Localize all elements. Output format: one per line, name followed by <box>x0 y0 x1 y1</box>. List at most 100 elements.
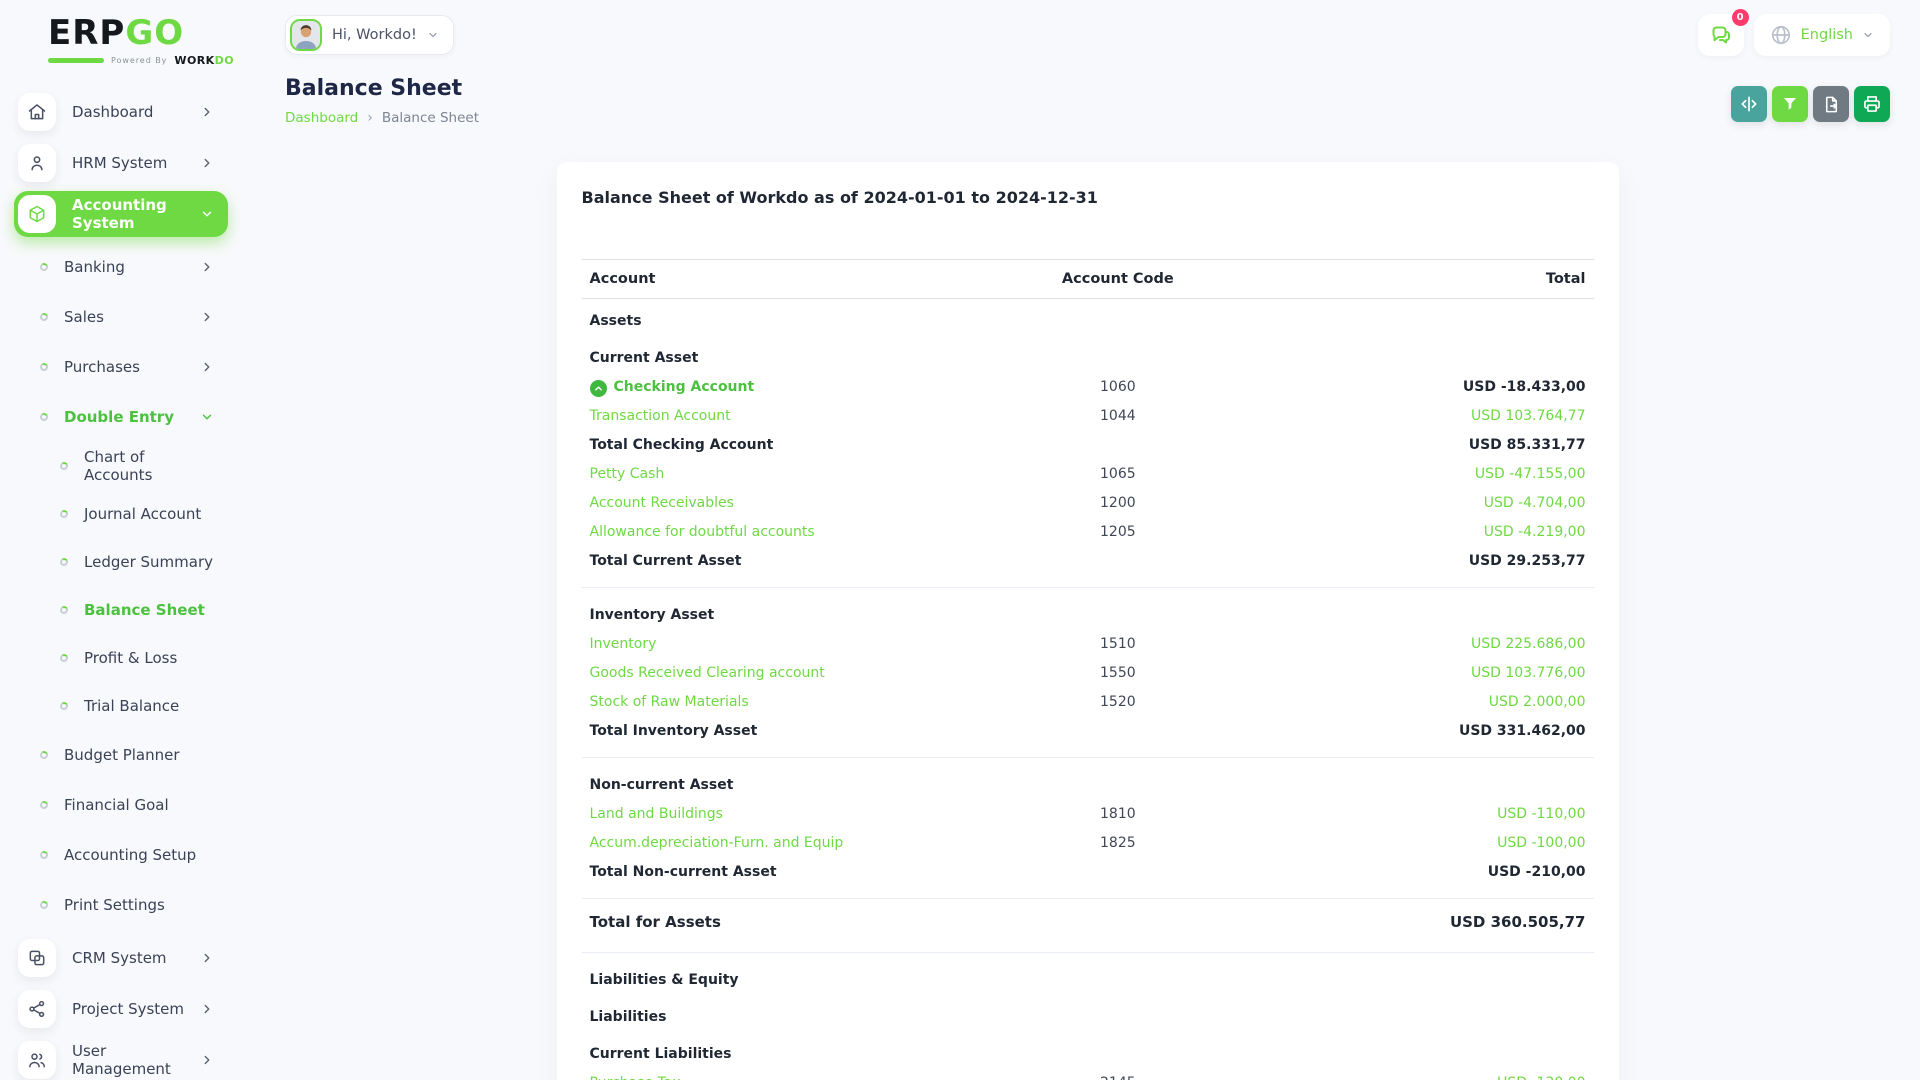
page-head-left: Balance Sheet Dashboard › Balance Sheet <box>285 76 479 126</box>
sidebar-item-financial-goal[interactable]: Financial Goal <box>0 780 240 830</box>
account-link[interactable]: Transaction Account <box>590 408 731 424</box>
table-row: Total Current Asset USD 29.253,77 <box>582 547 1594 576</box>
sidebar-item-trial-balance[interactable]: Trial Balance <box>0 682 240 730</box>
account-total: USD -110,00 <box>1497 806 1586 822</box>
report-title: Balance Sheet of Workdo as of 2024-01-01… <box>581 188 1098 207</box>
app-logo[interactable]: ERPGO Powered By WORKDO <box>0 12 240 67</box>
page-title: Balance Sheet <box>285 76 463 101</box>
sidebar-item-accounting-system[interactable]: Accounting System <box>14 190 228 237</box>
messages-button[interactable]: 0 <box>1697 9 1749 56</box>
icon-tile <box>18 194 56 233</box>
breadcrumb-current: Balance Sheet <box>381 110 480 126</box>
table-row: Liabilities <box>582 995 1594 1032</box>
print-button[interactable] <box>1854 86 1890 122</box>
language-selector[interactable]: English <box>1753 14 1890 56</box>
sidebar-item-crm-system[interactable]: CRM System <box>14 935 228 981</box>
account-total <box>1229 1032 1593 1069</box>
sidebar-item-sales[interactable]: Sales <box>0 292 240 342</box>
account-code <box>1007 299 1230 337</box>
table-row: Transaction Account 1044 USD 103.764,77 <box>582 402 1594 431</box>
export-button[interactable] <box>1813 86 1849 122</box>
account-code <box>1007 717 1230 746</box>
sidebar-item-budget-planner[interactable]: Budget Planner <box>0 730 240 780</box>
breadcrumb-dashboard-link[interactable]: Dashboard <box>285 110 358 126</box>
account-link[interactable]: Inventory <box>590 636 657 652</box>
sidebar-item-chart-of-accounts[interactable]: Chart of Accounts <box>0 442 240 490</box>
page-head: Balance Sheet Dashboard › Balance Sheet <box>285 76 1890 126</box>
table-row: Checking Account 1060 USD -18.433,00 <box>582 373 1594 402</box>
account-code <box>1007 593 1230 630</box>
sidebar-item-ledger-summary[interactable]: Ledger Summary <box>0 538 240 586</box>
sidebar-item-double-entry[interactable]: Double Entry <box>0 392 240 442</box>
sidebar-item-banking[interactable]: Banking <box>0 242 240 292</box>
account-code <box>1007 995 1230 1032</box>
account-code: 2145 <box>1007 1069 1230 1080</box>
sidebar-item-purchases[interactable]: Purchases <box>0 342 240 392</box>
chevron-right-icon <box>200 951 214 965</box>
sidebar-item-dashboard[interactable]: Dashboard <box>14 89 228 135</box>
sidebar-item-project-system[interactable]: Project System <box>14 986 228 1032</box>
account-link[interactable]: Account Receivables <box>590 495 734 511</box>
section-label: Inventory Asset <box>589 607 715 623</box>
balance-sheet-table: Account Account Code Total Assets Current… <box>581 259 1594 1080</box>
user-menu-button[interactable]: Hi, Workdo! <box>285 15 454 55</box>
account-link[interactable]: Checking Account <box>614 379 755 395</box>
account-link[interactable]: Stock of Raw Materials <box>590 694 749 710</box>
sidebar-item-balance-sheet[interactable]: Balance Sheet <box>0 586 240 634</box>
notification-badge: 0 <box>1731 9 1749 26</box>
section-label: Liabilities <box>589 1009 667 1025</box>
account-total: USD -47.155,00 <box>1474 466 1586 482</box>
main-area: Hi, Workdo! 0 English Balance Sheet Dash… <box>240 0 1920 1080</box>
table-row: Accum.depreciation-Furn. and Equip 1825 US… <box>582 829 1594 858</box>
chevron-down-icon <box>200 410 214 424</box>
chevron-right-icon <box>200 310 214 324</box>
account-total: USD -210,00 <box>1487 864 1586 880</box>
collapse-toggle-icon[interactable] <box>589 380 607 397</box>
bullet-icon <box>38 411 50 422</box>
account-total <box>1229 763 1593 800</box>
account-code <box>1007 958 1230 995</box>
sidebar-item-profit-loss[interactable]: Profit & Loss <box>0 634 240 682</box>
sidebar-item-user-management[interactable]: User Management <box>14 1037 228 1080</box>
account-total: USD -130,00 <box>1229 1069 1593 1080</box>
sidebar-item-print-settings[interactable]: Print Settings <box>0 880 240 930</box>
sidebar-item-accounting-setup[interactable]: Accounting Setup <box>0 830 240 880</box>
bullet-icon <box>38 799 50 810</box>
total-label: Total Current Asset <box>589 553 742 569</box>
head-actions <box>1731 86 1890 122</box>
account-link[interactable]: Land and Buildings <box>590 806 723 822</box>
sidebar-item-journal-account[interactable]: Journal Account <box>0 490 240 538</box>
account-code: 1550 <box>1100 665 1136 681</box>
account-link[interactable]: Goods Received Clearing account <box>590 665 825 681</box>
account-link[interactable]: Purchase Tax <box>590 1075 681 1080</box>
total-label: Total Checking Account <box>589 437 774 453</box>
filter-button[interactable] <box>1772 86 1808 122</box>
globe-icon <box>1770 24 1792 46</box>
report-card: Balance Sheet of Workdo as of 2024-01-01… <box>556 162 1619 1080</box>
table-row: Liabilities & Equity <box>582 958 1594 995</box>
account-total: USD 331.462,00 <box>1458 723 1586 739</box>
column-header-total: Total <box>1229 259 1594 299</box>
account-total <box>1229 995 1593 1032</box>
topbar: Hi, Workdo! 0 English <box>285 0 1890 58</box>
chat-icon <box>1709 23 1733 47</box>
icon-tile <box>18 143 56 182</box>
topbar-right: 0 English <box>1697 9 1890 56</box>
account-link[interactable]: Petty Cash <box>590 466 665 482</box>
chevron-right-icon <box>200 105 214 119</box>
table-row: Current Liabilities <box>582 1032 1594 1069</box>
account-code: 1810 <box>1100 806 1136 822</box>
sidebar-item-hrm-system[interactable]: HRM System <box>14 140 228 186</box>
table-row: Goods Received Clearing account 1550 USD 1… <box>582 659 1594 688</box>
account-code: 1065 <box>1100 466 1136 482</box>
printer-icon <box>1862 94 1882 114</box>
account-link[interactable]: Allowance for doubtful accounts <box>590 524 815 540</box>
account-total: USD 225.686,00 <box>1470 636 1586 652</box>
icon-tile <box>18 938 56 977</box>
section-label: Current Liabilities <box>589 1046 732 1062</box>
chevron-right-icon <box>200 1002 214 1016</box>
breadcrumb: Dashboard › Balance Sheet <box>285 110 479 126</box>
column-visibility-button[interactable] <box>1731 86 1767 122</box>
account-total: USD 103.776,00 <box>1470 665 1586 681</box>
account-link[interactable]: Accum.depreciation-Furn. and Equip <box>590 835 844 851</box>
